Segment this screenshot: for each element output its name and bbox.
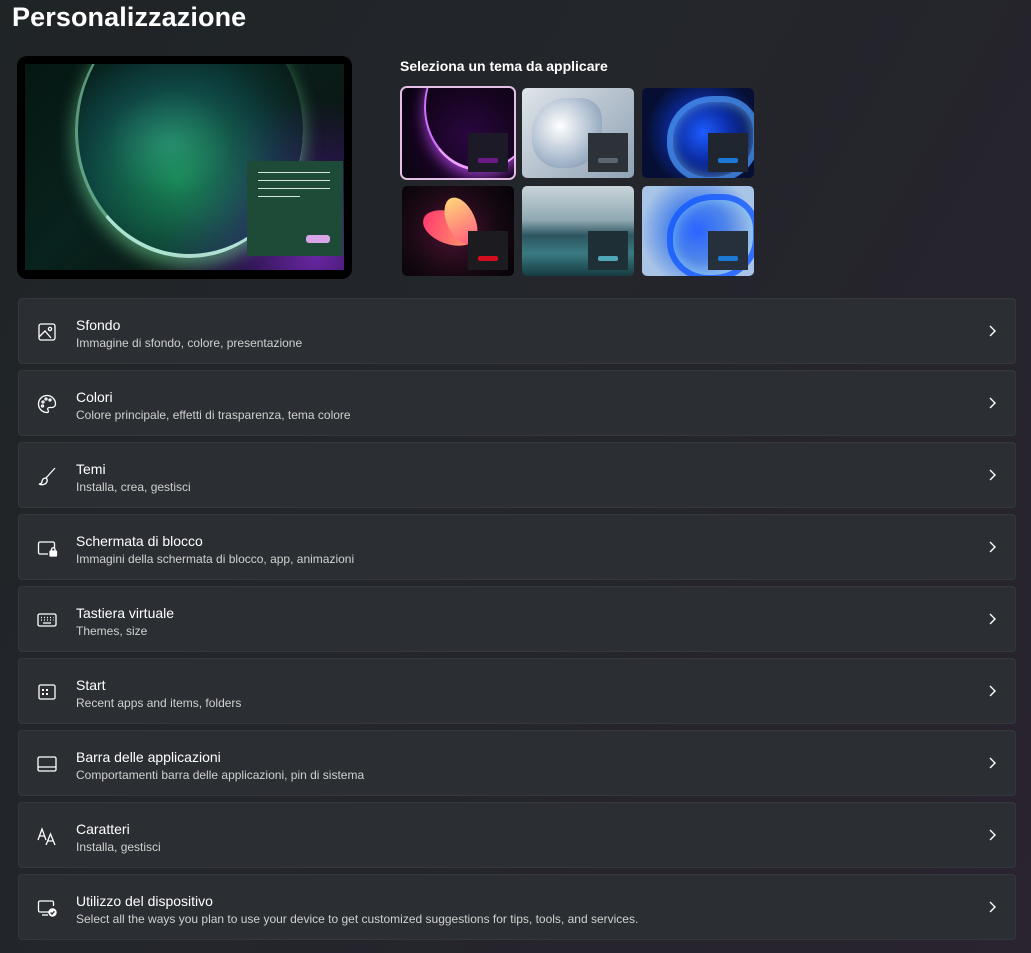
setting-barra-delle-applicazioni[interactable]: Barra delle applicazioni Comportamenti b… [18, 730, 1016, 796]
setting-title: Colori [76, 389, 113, 405]
chevron-right-icon [989, 613, 996, 625]
chevron-right-icon [989, 541, 996, 553]
theme-tile-dark-purple[interactable] [402, 88, 514, 178]
preview-wallpaper [25, 64, 344, 270]
setting-title: Caratteri [76, 821, 130, 837]
preview-accent-button [306, 235, 330, 243]
setting-title: Tastiera virtuale [76, 605, 175, 621]
setting-title: Start [76, 677, 106, 693]
theme-tile-windows-light[interactable] [642, 186, 754, 276]
setting-subtitle: Comportamenti barra delle applicazioni, … [76, 768, 365, 782]
lock-screen-icon [37, 541, 58, 557]
theme-accent-swatch [598, 256, 618, 261]
setting-title: Sfondo [76, 317, 121, 333]
setting-caratteri[interactable]: Caratteri Installa, gestisci [18, 802, 1016, 868]
brush-icon [38, 467, 56, 486]
chevron-right-icon [989, 685, 996, 697]
setting-title: Schermata di blocco [76, 533, 203, 549]
theme-accent-swatch [598, 158, 618, 163]
theme-tile-windows-dark[interactable] [642, 88, 754, 178]
theme-tile-flower[interactable] [402, 186, 514, 276]
theme-accent-swatch [478, 256, 498, 261]
chevron-right-icon [989, 397, 996, 409]
theme-tile-lake[interactable] [522, 186, 634, 276]
setting-subtitle: Installa, crea, gestisci [76, 480, 191, 494]
theme-accent-swatch [718, 158, 738, 163]
setting-tastiera-virtuale[interactable]: Tastiera virtuale Themes, size [18, 586, 1016, 652]
start-menu-icon [38, 684, 56, 700]
setting-subtitle: Colore principale, effetti di trasparenz… [76, 408, 351, 422]
image-icon [38, 323, 56, 341]
settings-list: Sfondo Immagine di sfondo, colore, prese… [18, 298, 1016, 946]
device-usage-icon [37, 900, 57, 917]
setting-temi[interactable]: Temi Installa, crea, gestisci [18, 442, 1016, 508]
setting-subtitle: Installa, gestisci [76, 840, 161, 854]
themes-label: Seleziona un tema da applicare [400, 58, 608, 74]
chevron-right-icon [989, 469, 996, 481]
setting-title: Utilizzo del dispositivo [76, 893, 213, 909]
taskbar-icon [37, 756, 57, 772]
setting-colori[interactable]: Colori Colore principale, effetti di tra… [18, 370, 1016, 436]
palette-icon [37, 394, 57, 414]
theme-tile-light-bloom[interactable] [522, 88, 634, 178]
chevron-right-icon [989, 757, 996, 769]
setting-schermata-di-blocco[interactable]: Schermata di blocco Immagini della scher… [18, 514, 1016, 580]
setting-start[interactable]: Start Recent apps and items, folders [18, 658, 1016, 724]
fonts-icon [37, 827, 56, 846]
keyboard-icon [37, 613, 57, 627]
setting-title: Temi [76, 461, 106, 477]
theme-accent-swatch [478, 158, 498, 163]
page-title: Personalizzazione [12, 2, 247, 32]
setting-subtitle: Immagini della schermata di blocco, app,… [76, 552, 355, 566]
setting-subtitle: Recent apps and items, folders [76, 696, 242, 710]
setting-title: Barra delle applicazioni [76, 749, 221, 765]
theme-accent-swatch [718, 256, 738, 261]
setting-sfondo[interactable]: Sfondo Immagine di sfondo, colore, prese… [18, 298, 1016, 364]
setting-utilizzo-del-dispositivo[interactable]: Utilizzo del dispositivo Select all the … [18, 874, 1016, 940]
setting-subtitle: Select all the ways you plan to use your… [76, 912, 639, 926]
preview-window [247, 161, 343, 256]
chevron-right-icon [989, 901, 996, 913]
setting-subtitle: Immagine di sfondo, colore, presentazion… [76, 336, 303, 350]
setting-subtitle: Themes, size [76, 624, 148, 638]
theme-preview [17, 56, 352, 279]
chevron-right-icon [989, 325, 996, 337]
chevron-right-icon [989, 829, 996, 841]
